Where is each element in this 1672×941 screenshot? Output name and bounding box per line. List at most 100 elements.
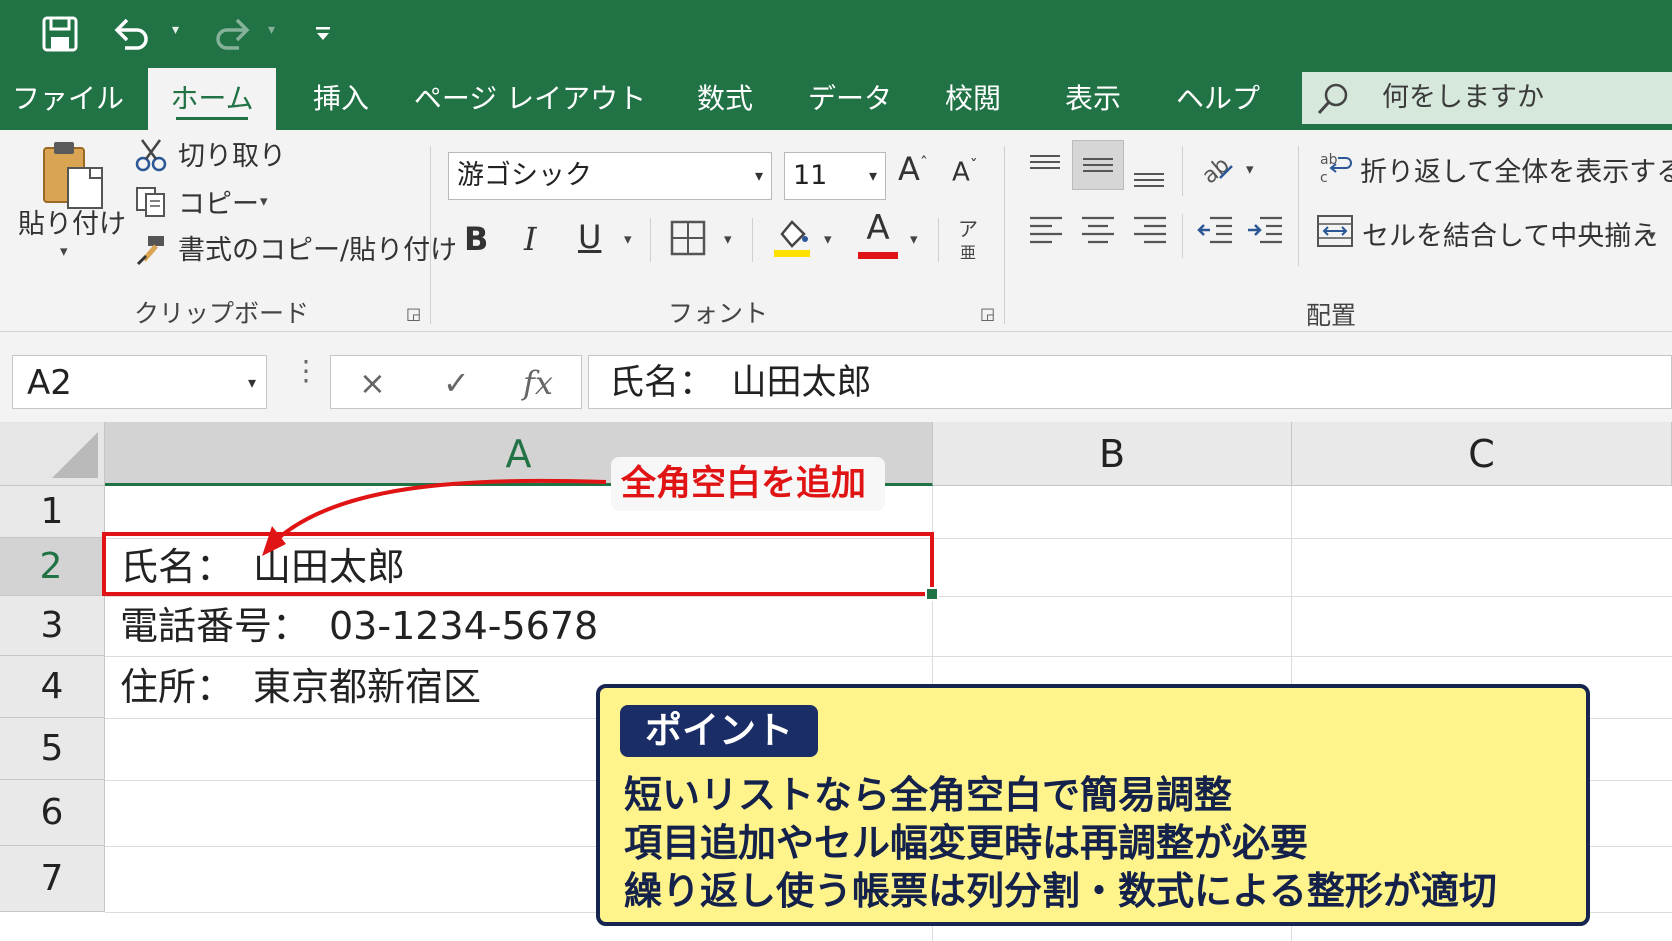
font-color-swatch bbox=[858, 252, 898, 259]
merge-center-dropdown-icon[interactable]: ▾ bbox=[1648, 226, 1656, 244]
font-size-value: 11 bbox=[793, 160, 828, 191]
customize-quick-access-icon[interactable] bbox=[310, 10, 336, 58]
font-launcher-icon[interactable]: ◲ bbox=[980, 304, 995, 323]
font-color-button[interactable]: A bbox=[858, 208, 898, 248]
increase-font-size-button[interactable]: Aˆ bbox=[898, 150, 928, 188]
format-painter-button[interactable]: 書式のコピー/貼り付け bbox=[178, 228, 457, 267]
fill-color-dropdown-icon[interactable]: ▾ bbox=[824, 230, 832, 248]
name-box[interactable]: A2 ▾ bbox=[12, 355, 267, 409]
align-middle-icon bbox=[1083, 158, 1113, 172]
font-name-value: 游ゴシック bbox=[457, 160, 592, 191]
tab-insert[interactable]: 挿入 bbox=[296, 68, 386, 130]
title-bar: ▾ ▾ bbox=[0, 0, 1672, 68]
column-header-b[interactable]: B bbox=[933, 422, 1292, 486]
tab-view[interactable]: 表示 bbox=[1048, 68, 1138, 130]
borders-dropdown-icon[interactable]: ▾ bbox=[724, 230, 732, 248]
cell-a4[interactable]: 住所： 東京都新宿区 bbox=[120, 656, 481, 718]
row-header-4[interactable]: 4 bbox=[0, 656, 105, 718]
bold-button[interactable]: B bbox=[464, 220, 488, 258]
font-size-combo[interactable]: 11 ▾ bbox=[784, 152, 886, 200]
align-right-icon[interactable] bbox=[1132, 214, 1168, 252]
tab-home[interactable]: ホーム bbox=[148, 68, 276, 130]
increase-indent-icon[interactable] bbox=[1246, 214, 1284, 252]
undo-icon[interactable] bbox=[108, 10, 154, 58]
enter-icon[interactable]: ✓ bbox=[443, 356, 470, 410]
decrease-indent-icon[interactable] bbox=[1196, 214, 1234, 252]
select-all-corner[interactable] bbox=[0, 422, 105, 486]
paste-dropdown-icon[interactable]: ▾ bbox=[60, 242, 68, 260]
align-middle-button[interactable] bbox=[1072, 140, 1124, 190]
row-header-2[interactable]: 2 bbox=[0, 538, 105, 596]
orientation-dropdown-icon[interactable]: ▾ bbox=[1246, 160, 1254, 178]
formula-value: 氏名： 山田太郎 bbox=[609, 363, 872, 403]
font-name-combo[interactable]: 游ゴシック ▾ bbox=[448, 152, 772, 200]
excel-window: ▾ ▾ ファイル ホーム 挿入 ページ レイアウト 数式 データ 校閲 表示 ヘ… bbox=[0, 0, 1672, 941]
wrap-text-button[interactable]: 折り返して全体を表示する bbox=[1360, 150, 1672, 189]
increase-font-letter: A bbox=[898, 150, 920, 188]
font-color-dropdown-icon[interactable]: ▾ bbox=[910, 230, 918, 248]
merge-center-icon[interactable] bbox=[1316, 214, 1354, 252]
tab-review[interactable]: 校閲 bbox=[928, 68, 1018, 130]
paste-button[interactable]: 貼り付け bbox=[18, 202, 126, 241]
caret-down-icon: ˇ bbox=[969, 156, 978, 175]
redo-dropdown-icon[interactable]: ▾ bbox=[268, 22, 275, 38]
formula-bar-resize-icon[interactable]: ⋮ bbox=[292, 354, 320, 387]
wrap-text-icon[interactable]: ab c bbox=[1318, 150, 1352, 190]
merge-center-button[interactable]: セルを結合して中央揃え bbox=[1362, 214, 1658, 253]
row-header-5[interactable]: 5 bbox=[0, 718, 105, 780]
decrease-font-letter: A bbox=[952, 157, 970, 188]
active-cell-highlight bbox=[102, 532, 934, 596]
align-center-icon[interactable] bbox=[1080, 214, 1116, 252]
tab-formulas[interactable]: 数式 bbox=[680, 68, 770, 130]
align-top-icon[interactable] bbox=[1028, 152, 1062, 186]
align-left-icon[interactable] bbox=[1028, 214, 1064, 252]
align-bottom-icon[interactable] bbox=[1132, 162, 1166, 196]
point-badge-label: ポイント bbox=[645, 709, 793, 752]
cancel-icon[interactable]: × bbox=[359, 356, 386, 410]
underline-dropdown-icon[interactable]: ▾ bbox=[624, 230, 632, 248]
group-divider bbox=[1004, 146, 1005, 324]
cell-a3[interactable]: 電話番号： 03-1234-5678 bbox=[120, 596, 598, 656]
formula-buttons: × ✓ fx bbox=[330, 355, 582, 409]
insert-function-icon[interactable]: fx bbox=[523, 356, 553, 410]
column-header-c[interactable]: C bbox=[1292, 422, 1672, 486]
clipboard-launcher-icon[interactable]: ◲ bbox=[406, 304, 421, 323]
phonetic-guide-button[interactable]: ア亜 bbox=[958, 218, 978, 264]
annotation-callout-text: 全角空白を追加 bbox=[621, 464, 867, 504]
scissors-icon[interactable] bbox=[134, 138, 168, 176]
active-tab-underline bbox=[176, 117, 248, 120]
copy-icon[interactable] bbox=[134, 185, 168, 223]
underline-button[interactable]: U bbox=[578, 218, 601, 256]
name-box-value: A2 bbox=[27, 363, 72, 403]
tab-data[interactable]: データ bbox=[800, 68, 900, 130]
tab-file[interactable]: ファイル bbox=[8, 68, 128, 130]
orientation-icon[interactable]: ab bbox=[1196, 148, 1236, 190]
decrease-font-size-button[interactable]: Aˇ bbox=[952, 156, 978, 188]
copy-dropdown-icon[interactable]: ▾ bbox=[260, 192, 268, 210]
svg-text:c: c bbox=[1320, 170, 1328, 186]
row-header-6[interactable]: 6 bbox=[0, 780, 105, 846]
font-color-letter: A bbox=[866, 208, 890, 248]
cut-button[interactable]: 切り取り bbox=[178, 134, 286, 173]
undo-dropdown-icon[interactable]: ▾ bbox=[172, 22, 179, 38]
fill-handle[interactable] bbox=[925, 587, 939, 601]
save-icon[interactable] bbox=[36, 10, 84, 58]
redo-icon[interactable] bbox=[210, 10, 256, 58]
tell-me-search[interactable]: 何をしますか bbox=[1302, 72, 1672, 124]
toolbar-separator bbox=[650, 218, 651, 262]
format-painter-icon[interactable] bbox=[134, 234, 168, 270]
row-header-1[interactable]: 1 bbox=[0, 486, 105, 538]
row-header-7[interactable]: 7 bbox=[0, 846, 105, 912]
borders-icon[interactable] bbox=[670, 220, 706, 260]
copy-button[interactable]: コピー bbox=[178, 182, 259, 221]
toolbar-separator bbox=[1182, 146, 1183, 196]
formula-input[interactable]: 氏名： 山田太郎 bbox=[588, 355, 1672, 409]
tab-help[interactable]: ヘルプ bbox=[1168, 68, 1268, 130]
fill-color-icon[interactable] bbox=[772, 214, 812, 262]
row-header-3[interactable]: 3 bbox=[0, 596, 105, 656]
phonetic-letter: ア bbox=[958, 217, 978, 241]
point-badge: ポイント bbox=[620, 705, 818, 757]
tab-page-layout[interactable]: ページ レイアウト bbox=[410, 68, 650, 130]
point-line-3: 繰り返し使う帳票は列分割・数式による整形が適切 bbox=[624, 869, 1497, 913]
italic-button[interactable]: I bbox=[524, 220, 537, 258]
